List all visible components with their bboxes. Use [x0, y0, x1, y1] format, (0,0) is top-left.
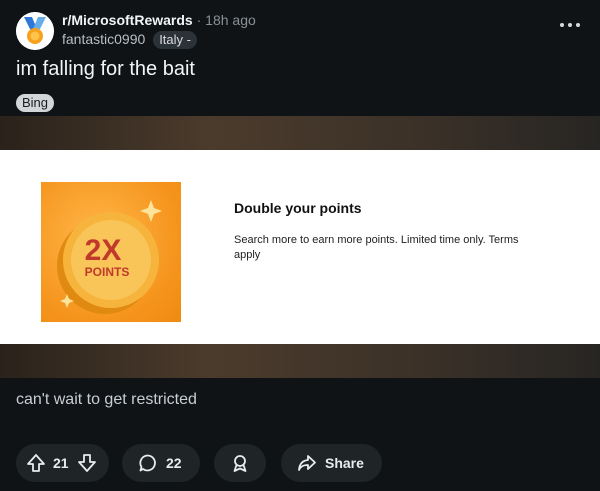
author-flair: Italy -	[153, 31, 197, 49]
more-icon	[560, 23, 564, 27]
share-label: Share	[325, 455, 364, 471]
promo-image: 2X POINTS	[41, 182, 181, 322]
comments-button[interactable]: 22	[122, 444, 200, 482]
award-button[interactable]	[214, 444, 266, 482]
vote-control: 21	[16, 444, 109, 482]
image-blur-top	[0, 116, 600, 150]
subreddit-avatar[interactable]	[16, 12, 54, 50]
post-header: r/MicrosoftRewards · 18h ago fantastic09…	[14, 10, 586, 50]
promo-card: 2X POINTS Double your points Search more…	[0, 150, 600, 344]
post-flair[interactable]: Bing	[16, 94, 55, 112]
post-image[interactable]: 2X POINTS Double your points Search more…	[0, 116, 600, 378]
image-blur-bottom	[0, 344, 600, 378]
promo-description: Search more to earn more points. Limited…	[234, 234, 519, 261]
post-title[interactable]: im falling for the bait	[16, 56, 195, 82]
award-icon	[230, 453, 250, 473]
post-body: can't wait to get restricted	[16, 391, 197, 408]
vote-score: 21	[53, 455, 69, 471]
share-icon	[297, 453, 317, 473]
upvote-icon[interactable]	[26, 453, 46, 473]
badge-big: 2X	[85, 234, 122, 267]
promo-heading: Double your points	[234, 200, 362, 216]
subreddit-name[interactable]: r/MicrosoftRewards	[62, 12, 193, 28]
comment-icon	[138, 453, 158, 473]
separator-dot: ·	[196, 12, 202, 28]
post-age: 18h ago	[205, 12, 256, 28]
more-options-button[interactable]	[556, 14, 586, 36]
downvote-icon[interactable]	[77, 453, 97, 473]
badge-small: POINTS	[85, 265, 130, 279]
comment-count: 22	[166, 455, 182, 471]
medal-icon	[16, 12, 54, 50]
author-name[interactable]: fantastic0990	[62, 31, 145, 47]
share-button[interactable]: Share	[281, 444, 382, 482]
